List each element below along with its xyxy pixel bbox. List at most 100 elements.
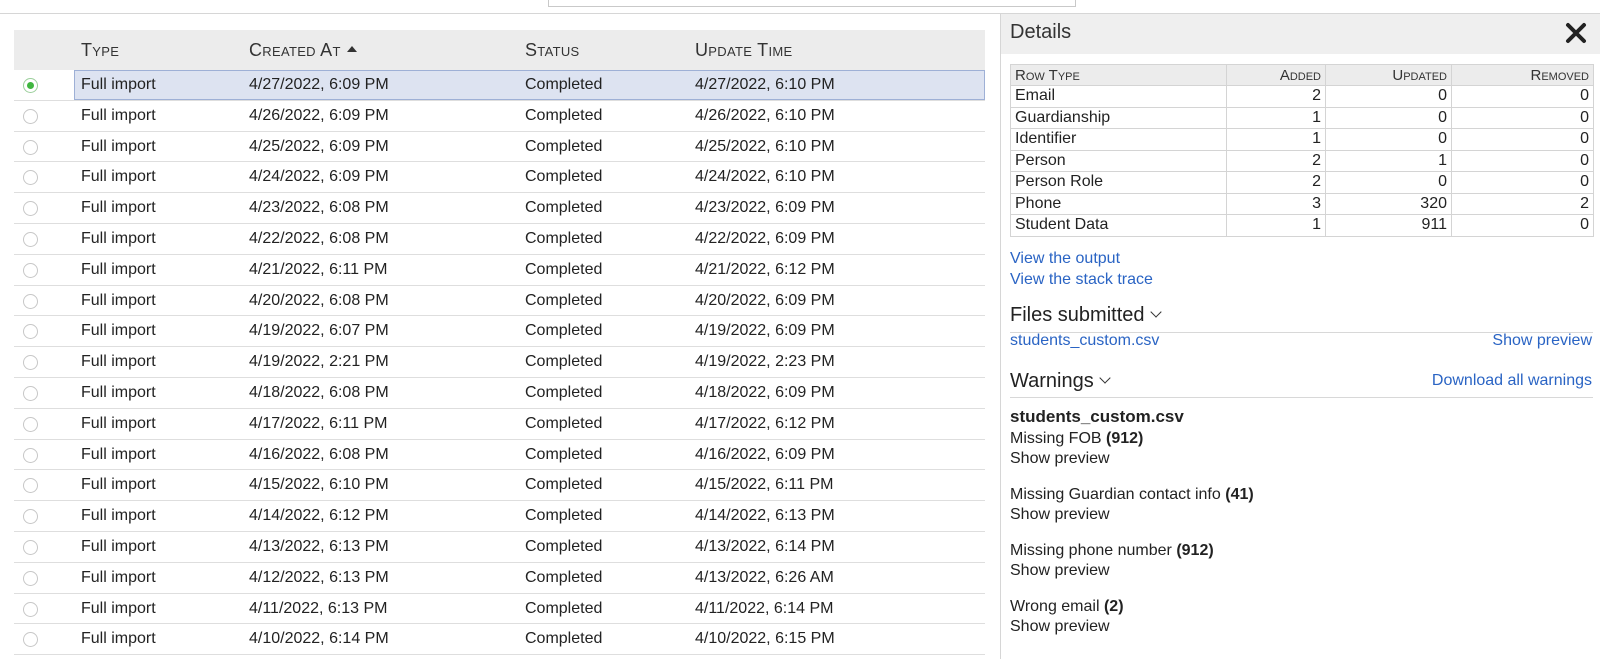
row-radio-button[interactable]: [23, 293, 38, 309]
row-update-time: 4/15/2022, 6:11 PM: [695, 476, 834, 494]
row-status: Completed: [525, 537, 603, 555]
row-created-at: 4/26/2022, 6:09 PM: [249, 106, 389, 124]
table-row[interactable]: Full import 4/27/2022, 6:09 PM Completed 4/…: [14, 70, 985, 101]
summary-table-row: Email 2 0 0: [1010, 85, 1594, 108]
row-created-at: 4/19/2022, 6:07 PM: [249, 322, 389, 340]
row-created-at: 4/24/2022, 6:09 PM: [249, 168, 389, 186]
summary-row-type: Identifier: [1010, 128, 1227, 151]
row-type-summary-table: Row Type Added Updated Removed Email 2 0 0 G…: [1010, 64, 1594, 237]
summary-removed: 0: [1451, 128, 1594, 151]
summary-header-row-type: Row Type: [1010, 64, 1227, 86]
summary-added: 2: [1226, 85, 1326, 108]
table-row[interactable]: Full import 4/18/2022, 6:08 PM Completed 4/…: [14, 378, 985, 409]
warnings-toggle[interactable]: Warnings: [1010, 370, 1111, 393]
warning-show-preview-link[interactable]: Show preview: [1010, 450, 1110, 468]
table-row[interactable]: Full import 4/24/2022, 6:09 PM Completed 4/…: [14, 162, 985, 194]
column-header-created-at[interactable]: Created At: [249, 30, 357, 70]
row-radio-button[interactable]: [23, 78, 38, 93]
summary-updated: 1: [1325, 149, 1452, 172]
warning-show-preview-link[interactable]: Show preview: [1010, 562, 1110, 580]
table-row[interactable]: Full import 4/14/2022, 6:12 PM Completed 4/…: [14, 501, 985, 532]
row-created-at: 4/10/2022, 6:14 PM: [249, 630, 389, 648]
table-row[interactable]: Full import 4/15/2022, 6:10 PM Completed 4/…: [14, 470, 985, 502]
row-radio-button[interactable]: [23, 632, 38, 648]
download-all-warnings-link[interactable]: Download all warnings: [1432, 372, 1592, 390]
column-header-type[interactable]: Type: [81, 30, 119, 70]
warning-item: Missing phone number (912): [1010, 542, 1214, 560]
warning-show-preview-link[interactable]: Show preview: [1010, 506, 1110, 524]
row-radio-button[interactable]: [23, 478, 38, 494]
row-update-time: 4/24/2022, 6:10 PM: [695, 168, 835, 186]
summary-row-type: Guardianship: [1010, 106, 1227, 129]
summary-table-row: Student Data 1 911 0: [1010, 214, 1594, 237]
table-row[interactable]: Full import 4/25/2022, 6:09 PM Completed 4/…: [14, 132, 985, 163]
row-type: Full import: [81, 630, 156, 648]
row-radio-button[interactable]: [23, 201, 38, 217]
table-row[interactable]: Full import 4/19/2022, 6:07 PM Completed 4/…: [14, 316, 985, 348]
table-row[interactable]: Full import 4/17/2022, 6:11 PM Completed 4/…: [14, 409, 985, 440]
search-box-edge[interactable]: [548, 0, 1076, 7]
summary-updated: 320: [1325, 192, 1452, 215]
row-radio-button[interactable]: [23, 139, 38, 155]
files-submitted-title: Files submitted: [1010, 304, 1145, 326]
row-radio-button[interactable]: [23, 416, 38, 432]
row-radio-button[interactable]: [23, 108, 38, 124]
close-icon[interactable]: [1563, 20, 1589, 46]
row-radio-button[interactable]: [23, 324, 38, 340]
files-submitted-toggle[interactable]: Files submitted: [1010, 304, 1162, 327]
submitted-file-link[interactable]: students_custom.csv: [1010, 332, 1159, 350]
row-status: Completed: [525, 106, 603, 124]
row-radio-button[interactable]: [23, 539, 38, 555]
column-header-status[interactable]: Status: [525, 30, 580, 70]
row-type: Full import: [81, 383, 156, 401]
row-radio-button[interactable]: [23, 355, 38, 371]
row-radio-button[interactable]: [23, 262, 38, 278]
row-type: Full import: [81, 168, 156, 186]
table-row[interactable]: Full import 4/20/2022, 6:08 PM Completed 4/…: [14, 286, 985, 317]
table-row[interactable]: Full import 4/22/2022, 6:08 PM Completed 4/…: [14, 224, 985, 255]
summary-row-type: Person Role: [1010, 171, 1227, 194]
summary-updated: 911: [1325, 214, 1452, 237]
row-radio-button[interactable]: [23, 601, 38, 617]
table-row[interactable]: Full import 4/23/2022, 6:08 PM Completed 4/…: [14, 193, 985, 224]
row-update-time: 4/22/2022, 6:09 PM: [695, 229, 835, 247]
row-radio-button[interactable]: [23, 570, 38, 586]
details-header: Details: [1001, 14, 1600, 54]
file-show-preview-link[interactable]: Show preview: [1492, 332, 1592, 350]
table-row[interactable]: Full import 4/21/2022, 6:11 PM Completed 4/…: [14, 255, 985, 286]
row-radio-button[interactable]: [23, 170, 38, 186]
summary-table-row: Phone 3 320 2: [1010, 192, 1594, 215]
view-stack-trace-link[interactable]: View the stack trace: [1010, 271, 1153, 289]
row-type: Full import: [81, 353, 156, 371]
row-status: Completed: [525, 507, 603, 525]
row-created-at: 4/13/2022, 6:13 PM: [249, 537, 389, 555]
row-update-time: 4/11/2022, 6:14 PM: [695, 599, 834, 617]
summary-added: 2: [1226, 149, 1326, 172]
row-type: Full import: [81, 260, 156, 278]
table-row[interactable]: Full import 4/16/2022, 6:08 PM Completed 4/…: [14, 440, 985, 471]
table-row[interactable]: Full import 4/26/2022, 6:09 PM Completed 4/…: [14, 101, 985, 132]
table-row[interactable]: Full import 4/12/2022, 6:13 PM Completed 4/…: [14, 563, 985, 594]
row-status: Completed: [525, 476, 603, 494]
row-update-time: 4/13/2022, 6:26 AM: [695, 568, 834, 586]
row-status: Completed: [525, 229, 603, 247]
column-header-update-time[interactable]: Update Time: [695, 30, 792, 70]
summary-added: 1: [1226, 106, 1326, 129]
details-title: Details: [1010, 21, 1072, 43]
summary-row-type: Email: [1010, 85, 1227, 108]
row-radio-button[interactable]: [23, 447, 38, 463]
row-type: Full import: [81, 414, 156, 432]
table-row[interactable]: Full import 4/11/2022, 6:13 PM Completed 4/…: [14, 594, 985, 625]
row-radio-button[interactable]: [23, 385, 38, 401]
row-status: Completed: [525, 445, 603, 463]
table-row[interactable]: Full import 4/10/2022, 6:14 PM Completed 4/…: [14, 624, 985, 656]
chevron-down-icon: [1099, 372, 1111, 384]
table-row[interactable]: Full import 4/19/2022, 2:21 PM Completed 4/…: [14, 347, 985, 378]
row-radio-button[interactable]: [23, 231, 38, 247]
table-row[interactable]: Full import 4/13/2022, 6:13 PM Completed 4/…: [14, 532, 985, 563]
row-radio-button[interactable]: [23, 509, 38, 525]
warning-show-preview-link[interactable]: Show preview: [1010, 618, 1110, 636]
row-status: Completed: [525, 599, 603, 617]
top-bar: [0, 0, 1600, 14]
view-output-link[interactable]: View the output: [1010, 250, 1120, 268]
